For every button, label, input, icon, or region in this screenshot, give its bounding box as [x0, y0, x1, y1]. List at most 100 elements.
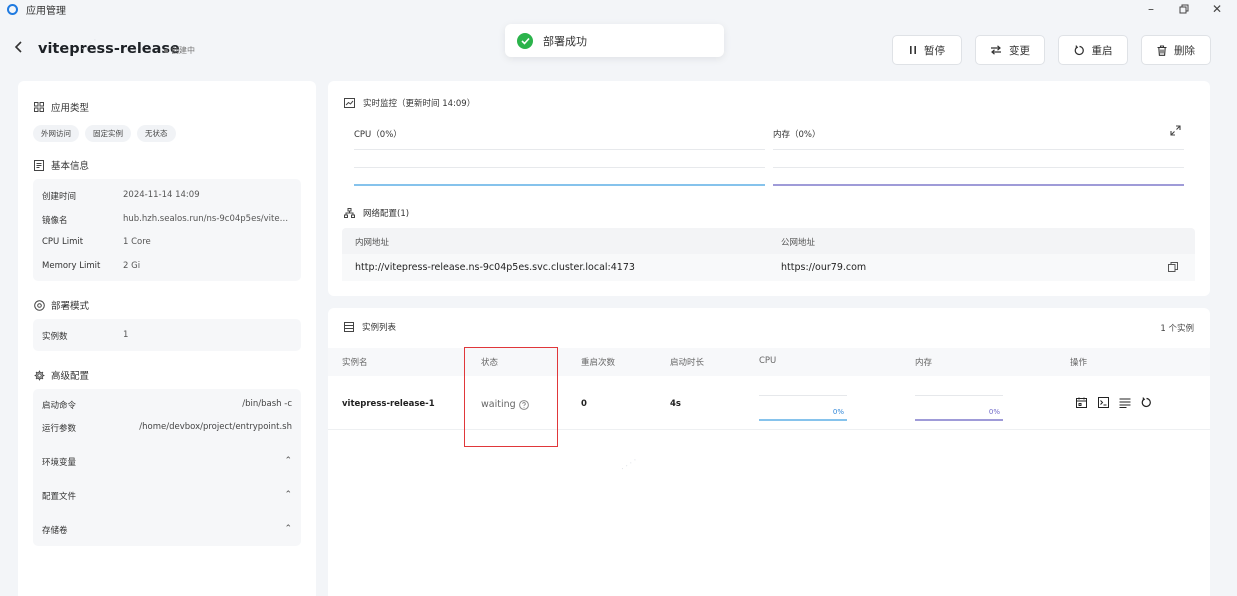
- network-icon: [344, 208, 355, 219]
- document-icon: [33, 159, 45, 171]
- basic-info-box: 创建时间 2024-11-14 14:09 镜像名 hub.hzh.sealos.r…: [33, 179, 301, 281]
- instance-list-title-row: 实例列表: [344, 321, 396, 333]
- network-table-row: http://vitepress-release.ns-9c04p5es.svc…: [342, 254, 1195, 281]
- cpu-usage-line: [354, 184, 765, 186]
- tag-fixed-instance: 固定实例: [85, 125, 131, 142]
- list-icon: [344, 322, 354, 332]
- minimize-icon[interactable]: –: [1134, 0, 1168, 18]
- deploy-mode-title: 部署模式: [51, 301, 90, 312]
- info-row-cpu-limit: CPU Limit 1 Core: [42, 237, 151, 247]
- status-text: 创建中: [171, 46, 195, 55]
- delete-button[interactable]: 删除: [1141, 35, 1211, 65]
- instance-restarts: 0: [581, 399, 587, 409]
- advanced-config-section: 高级配置: [33, 368, 89, 382]
- change-label: 变更: [1009, 44, 1030, 57]
- gear-icon: [33, 369, 45, 381]
- advanced-config-box: 启动命令/bin/bash -c 运行参数/home/devbox/projec…: [33, 389, 301, 546]
- internal-address-header: 内网地址: [355, 238, 390, 248]
- tag-external-access: 外网访问: [33, 125, 79, 142]
- success-toast: 部署成功: [505, 24, 724, 57]
- network-title: 网络配置(1): [363, 209, 410, 219]
- col-uptime: 启动时长: [670, 358, 705, 368]
- grid-icon: [33, 101, 45, 113]
- instance-uptime: 4s: [670, 399, 681, 409]
- basic-info-title: 基本信息: [51, 161, 90, 172]
- monitor-title-row: 实时监控（更新时间 14:09）: [344, 97, 475, 109]
- window-title: 应用管理: [26, 5, 66, 17]
- deploy-icon: [33, 299, 45, 311]
- chevron-up-icon: ⌃: [284, 456, 292, 466]
- chevron-up-icon: ⌃: [284, 490, 292, 500]
- close-icon[interactable]: ✕: [1200, 0, 1234, 18]
- col-cpu: CPU: [759, 356, 777, 366]
- pause-icon: [909, 45, 917, 55]
- basic-info-section: 基本信息: [33, 158, 89, 172]
- network-table-header: 内网地址 公网地址: [342, 228, 1195, 254]
- swap-arrows-icon: [990, 45, 1002, 55]
- app-type-section: 应用类型: [33, 100, 89, 114]
- monitor-title: 实时监控（更新时间 14:09）: [363, 99, 476, 109]
- info-row-image: 镜像名 hub.hzh.sealos.run/ns-9c04p5es/vitepr…: [42, 214, 293, 226]
- app-name: vitepress-release: [38, 41, 180, 57]
- info-row-instances: 实例数 1: [42, 330, 129, 342]
- copy-icon[interactable]: [1168, 262, 1178, 275]
- monitor-chart-icon: [344, 98, 355, 109]
- instance-list-panel: 实例列表 1 个实例 实例名 状态 重启次数 启动时长 CPU 内存 操作 vi…: [328, 308, 1210, 596]
- instance-list-title: 实例列表: [362, 323, 397, 333]
- trash-icon: [1157, 44, 1167, 56]
- tag-stateless: 无状态: [137, 125, 176, 142]
- status-highlight-box: [464, 347, 558, 447]
- advanced-config-title: 高级配置: [51, 371, 90, 382]
- cpu-mini-chart: 0%: [759, 392, 847, 421]
- info-row-run-args: 运行参数/home/devbox/project/entrypoint.sh: [42, 422, 292, 434]
- cpu-grid-line: [354, 167, 765, 168]
- check-icon: [517, 32, 533, 49]
- cpu-grid-line: [354, 149, 765, 150]
- chevron-up-icon: ⌃: [284, 524, 292, 534]
- col-memory: 内存: [915, 358, 933, 368]
- memory-chart-label: 内存（0%）: [773, 130, 821, 140]
- public-address-header: 公网地址: [781, 238, 816, 248]
- logs-icon[interactable]: [1118, 396, 1131, 409]
- restart-instance-icon[interactable]: [1140, 396, 1153, 409]
- instance-count: 1 个实例: [1160, 324, 1194, 334]
- maximize-icon[interactable]: [1167, 0, 1201, 18]
- restart-label: 重启: [1091, 44, 1113, 57]
- restart-icon: [1074, 44, 1085, 56]
- monitor-network-panel: 实时监控（更新时间 14:09） CPU（0%） 内存（0%） 网络配置(1) …: [328, 81, 1210, 296]
- env-vars-toggle[interactable]: 环境变量 ⌃: [42, 456, 292, 468]
- info-row-startup-cmd: 启动命令/bin/bash -c: [42, 399, 292, 411]
- delete-label: 删除: [1174, 44, 1195, 57]
- change-button[interactable]: 变更: [975, 35, 1045, 65]
- app-details-panel: 应用类型 外网访问 固定实例 无状态 基本信息 创建时间 2024-11-14 1…: [18, 81, 316, 596]
- calendar-icon[interactable]: [1075, 396, 1088, 409]
- cpu-chart-label: CPU（0%）: [354, 130, 402, 140]
- config-files-toggle[interactable]: 配置文件 ⌃: [42, 490, 292, 502]
- cpu-percent: 0%: [832, 408, 844, 416]
- toast-message: 部署成功: [543, 34, 587, 48]
- app-type-tags: 外网访问 固定实例 无状态: [33, 125, 176, 142]
- expand-icon[interactable]: [1170, 125, 1182, 137]
- col-instance-name: 实例名: [342, 358, 368, 368]
- pause-button[interactable]: 暂停: [892, 35, 962, 65]
- col-actions: 操作: [1070, 358, 1088, 368]
- app-type-title: 应用类型: [51, 103, 90, 114]
- back-arrow-icon[interactable]: [14, 40, 28, 58]
- internal-address: http://vitepress-release.ns-9c04p5es.svc…: [355, 262, 635, 273]
- app-logo-icon: [7, 3, 18, 15]
- info-row-created: 创建时间 2024-11-14 14:09: [42, 190, 200, 202]
- storage-toggle[interactable]: 存储卷 ⌃: [42, 524, 292, 536]
- instance-name[interactable]: vitepress-release-1: [342, 399, 435, 409]
- memory-mini-chart: 0%: [915, 392, 1003, 421]
- network-title-row: 网络配置(1): [344, 207, 409, 219]
- info-row-memory-limit: Memory Limit 2 Gi: [42, 261, 141, 271]
- deploy-mode-box: 实例数 1: [33, 319, 301, 351]
- memory-usage-line: [773, 184, 1184, 186]
- public-address-link[interactable]: https://our79.com: [781, 262, 866, 273]
- memory-percent: 0%: [988, 408, 1000, 416]
- deploy-mode-section: 部署模式: [33, 298, 89, 312]
- title-bar: 应用管理: [0, 0, 1237, 18]
- restart-button[interactable]: 重启: [1058, 35, 1128, 65]
- terminal-icon[interactable]: [1097, 396, 1110, 409]
- status-badge: 创建中: [164, 45, 195, 56]
